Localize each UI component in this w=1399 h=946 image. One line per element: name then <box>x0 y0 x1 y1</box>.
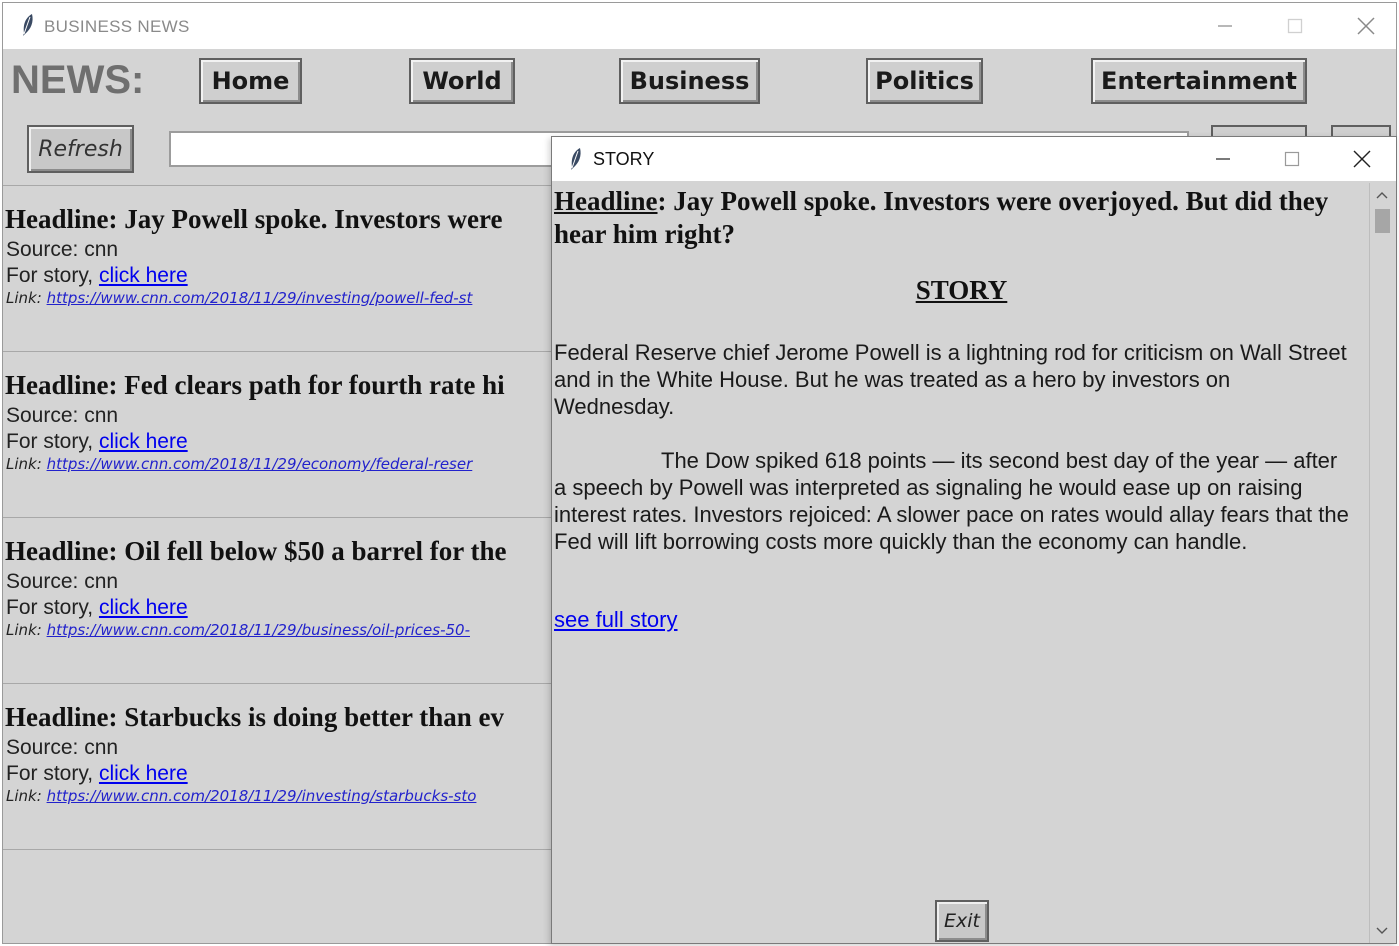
news-label: NEWS: <box>11 58 145 102</box>
article-story-line: For story, click here <box>6 596 188 620</box>
close-icon[interactable] <box>1327 137 1396 181</box>
story-window: STORY Headline: Jay Powell spoke. Invest… <box>551 136 1397 944</box>
article-url[interactable]: https://www.cnn.com/2018/11/29/investing… <box>47 289 473 307</box>
story-window-title: STORY <box>593 149 655 169</box>
feather-icon <box>21 13 35 37</box>
article-link-line: Link: https://www.cnn.com/2018/11/29/inv… <box>6 787 476 805</box>
story-prefix: For story, <box>6 264 99 287</box>
main-window-title: BUSINESS NEWS <box>44 17 190 36</box>
story-headline-label: Headline <box>554 186 658 216</box>
story-paragraph-2: The Dow spiked 618 points — its second b… <box>554 448 1349 554</box>
story-paragraph-1: Federal Reserve chief Jerome Powell is a… <box>554 340 1347 419</box>
article-source: Source: cnn <box>6 736 119 759</box>
nav-world-button[interactable]: World <box>409 58 515 104</box>
feather-icon <box>569 147 583 171</box>
story-link[interactable]: click here <box>99 264 188 287</box>
refresh-button[interactable]: Refresh <box>27 125 134 173</box>
article-url[interactable]: https://www.cnn.com/2018/11/29/investing… <box>47 787 477 805</box>
article-source: Source: cnn <box>6 404 119 427</box>
story-link[interactable]: click here <box>99 762 188 785</box>
main-titlebar[interactable]: BUSINESS NEWS <box>3 3 1396 49</box>
story-prefix: For story, <box>6 762 99 785</box>
chevron-down-icon[interactable] <box>1370 919 1394 943</box>
minimize-icon[interactable] <box>1188 137 1258 181</box>
article-headline: Headline: Fed clears path for fourth rat… <box>5 370 505 400</box>
article-headline: Headline: Oil fell below $50 a barrel fo… <box>5 536 507 566</box>
story-headline-text: : Jay Powell spoke. Investors were overj… <box>554 186 1329 249</box>
nav-business-button[interactable]: Business <box>619 58 760 104</box>
maximize-icon[interactable] <box>1264 3 1326 49</box>
article-url[interactable]: https://www.cnn.com/2018/11/29/economy/f… <box>47 455 473 473</box>
article-headline: Headline: Jay Powell spoke. Investors we… <box>5 204 503 234</box>
nav-home-button[interactable]: Home <box>199 58 302 104</box>
close-icon[interactable] <box>1335 3 1396 49</box>
story-headline: Headline: Jay Powell spoke. Investors we… <box>554 185 1354 251</box>
nav-entertainment-button[interactable]: Entertainment <box>1091 58 1307 104</box>
link-label: Link: <box>6 621 42 639</box>
article-story-line: For story, click here <box>6 762 188 786</box>
story-prefix: For story, <box>6 430 99 453</box>
link-label: Link: <box>6 455 42 473</box>
scrollbar-thumb[interactable] <box>1375 209 1390 233</box>
chevron-up-icon[interactable] <box>1370 183 1394 207</box>
story-scrollbar[interactable] <box>1369 183 1394 943</box>
article-link-line: Link: https://www.cnn.com/2018/11/29/eco… <box>6 455 472 473</box>
nav-politics-button[interactable]: Politics <box>866 58 983 104</box>
article-url[interactable]: https://www.cnn.com/2018/11/29/business/… <box>47 621 470 639</box>
story-link[interactable]: click here <box>99 596 188 619</box>
maximize-icon[interactable] <box>1257 137 1327 181</box>
link-label: Link: <box>6 289 42 307</box>
minimize-icon[interactable] <box>1194 3 1256 49</box>
story-prefix: For story, <box>6 596 99 619</box>
story-titlebar[interactable]: STORY <box>552 137 1396 181</box>
article-source: Source: cnn <box>6 238 119 261</box>
article-headline: Headline: Starbucks is doing better than… <box>5 702 505 732</box>
article-link-line: Link: https://www.cnn.com/2018/11/29/inv… <box>6 289 472 307</box>
article-story-line: For story, click here <box>6 430 188 454</box>
exit-button[interactable]: Exit <box>935 900 989 942</box>
story-link[interactable]: click here <box>99 430 188 453</box>
article-link-line: Link: https://www.cnn.com/2018/11/29/bus… <box>6 621 470 639</box>
article-source: Source: cnn <box>6 570 119 593</box>
see-full-story-link[interactable]: see full story <box>554 607 678 633</box>
article-story-line: For story, click here <box>6 264 188 288</box>
story-content: Headline: Jay Powell spoke. Investors we… <box>554 183 1369 943</box>
story-section-title: STORY <box>915 275 1008 305</box>
link-label: Link: <box>6 787 42 805</box>
